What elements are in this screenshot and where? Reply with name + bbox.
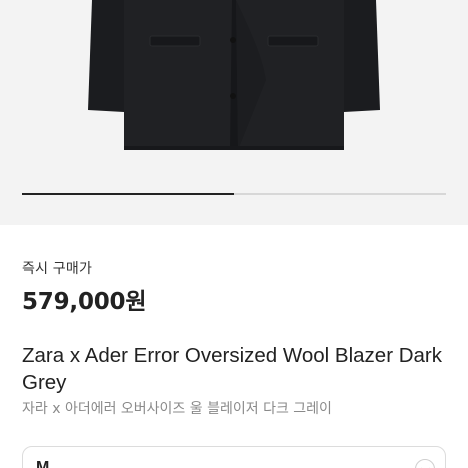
product-subtitle: 자라 x 아더에러 오버사이즈 울 블레이저 다크 그레이	[22, 401, 332, 417]
product-image-gallery[interactable]	[0, 0, 468, 225]
size-select-value: M	[36, 459, 50, 468]
gallery-pager	[22, 193, 446, 195]
product-title: Zara x Ader Error Oversized Wool Blazer …	[22, 344, 442, 394]
price-label: 즉시 구매가	[22, 261, 93, 277]
gallery-pager-progress	[22, 193, 234, 195]
price: 579,000원	[22, 289, 147, 315]
product-image	[88, 0, 380, 150]
size-select[interactable]: M	[22, 446, 446, 468]
chevron-down-icon	[415, 459, 435, 468]
